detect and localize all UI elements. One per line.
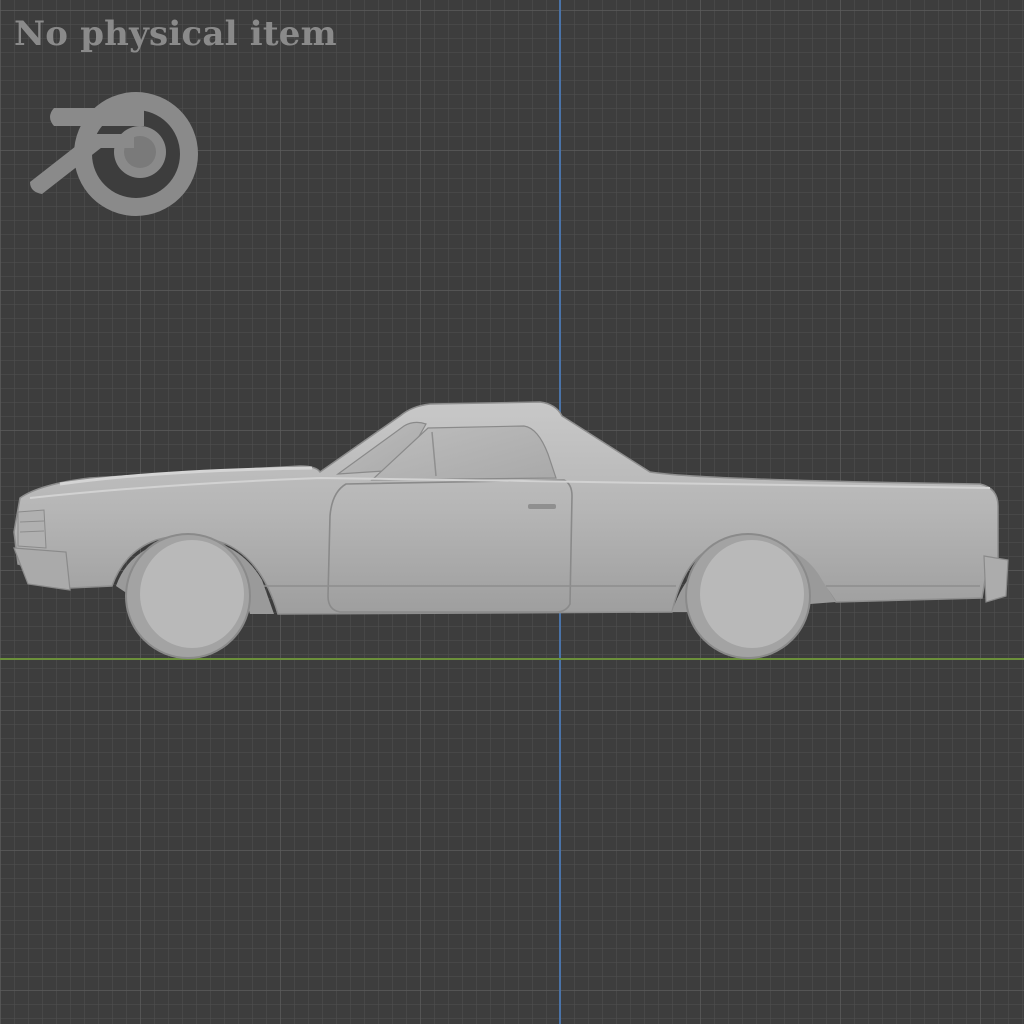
grille [17, 509, 47, 549]
front-wheel [125, 533, 251, 659]
rear-bumper [983, 555, 1009, 603]
blender-logo-icon [30, 92, 198, 216]
door-handle [528, 504, 556, 509]
watermark-text: No physical item [14, 14, 337, 54]
car-model[interactable] [0, 380, 1024, 680]
rear-wheel [685, 533, 811, 659]
3d-viewport[interactable]: No physical item [0, 0, 1024, 1024]
front-bumper [13, 547, 71, 591]
